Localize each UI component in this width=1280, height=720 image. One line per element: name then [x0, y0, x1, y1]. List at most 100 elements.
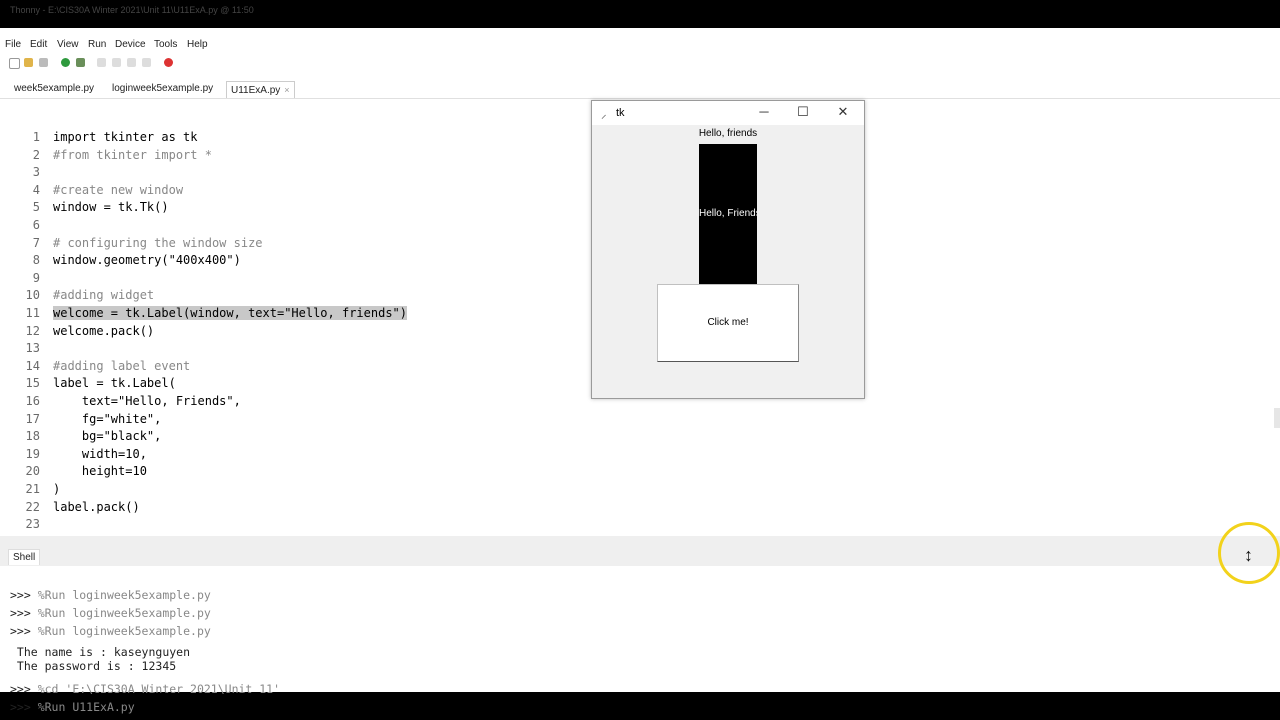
menu-view[interactable]: View [57, 39, 79, 50]
resume-icon[interactable] [142, 58, 151, 67]
code-text: label = tk.Label( [53, 376, 176, 391]
shell-text: The password is : 12345 [10, 659, 177, 673]
line-number: 1 [32, 130, 40, 144]
line-number: 19 [25, 446, 40, 461]
code-text: height=10 [53, 464, 147, 479]
toolbar [0, 54, 1280, 72]
shell-prompt: >>> [10, 588, 38, 602]
step-into-icon[interactable] [112, 58, 121, 67]
line-number: 11 [25, 306, 40, 320]
line-number: 15 [25, 376, 40, 391]
new-file-icon[interactable] [9, 58, 20, 69]
code-text: width=10, [53, 446, 147, 461]
black-label-text: Hello, Friends [699, 208, 757, 219]
black-label: Hello, Friends [699, 144, 757, 284]
shell-text: %Run loginweek5example.py [37, 588, 211, 602]
stop-icon[interactable] [164, 58, 173, 67]
shell-line: >>> %Run loginweek5example.py [10, 624, 211, 638]
tab-loginweek5example[interactable]: loginweek5example.py [108, 81, 217, 97]
step-out-icon[interactable] [127, 58, 136, 67]
line-number: 10 [25, 288, 40, 303]
shell-text: %Run loginweek5example.py [37, 606, 211, 620]
line-number: 13 [25, 341, 40, 356]
click-me-button[interactable]: Click me! [657, 284, 799, 362]
tab-label: week5example.py [14, 83, 95, 94]
tab-label: loginweek5example.py [112, 83, 214, 94]
editor-tabs: week5example.py loginweek5example.py U11… [0, 78, 1280, 99]
run-icon[interactable] [61, 58, 70, 67]
close-icon[interactable]: ✕ [832, 104, 854, 120]
menu-edit[interactable]: Edit [30, 39, 47, 50]
code-text: text="Hello, Friends", [53, 394, 241, 408]
menu-tools[interactable]: Tools [154, 39, 177, 50]
line-number: 18 [25, 429, 40, 444]
shell-text: The name is : kaseynguyen [10, 645, 191, 659]
code-text: import tkinter as tk [53, 130, 198, 144]
window-title: Thonny - E:\CIS30A Winter 2021\Unit 11\U… [10, 5, 254, 15]
code-text: #adding label event [53, 358, 191, 373]
line-number: 23 [25, 517, 40, 532]
line-number: 8 [32, 253, 40, 268]
line-number: 2 [32, 147, 40, 162]
shell-line: >>> %cd 'E:\CIS30A Winter 2021\Unit 11' [10, 682, 280, 696]
code-text: welcome = tk.Label(window, text="Hello, … [53, 306, 408, 320]
pane-splitter[interactable] [0, 536, 1280, 566]
shell-line: >>> %Run loginweek5example.py [10, 606, 211, 620]
code-text: bg="black", [53, 429, 162, 444]
line-number: 20 [25, 464, 40, 479]
line-number: 9 [32, 270, 40, 285]
shell-panel[interactable]: >>> %Run loginweek5example.py >>> %Run lo… [0, 566, 1280, 714]
code-text: label.pack() [53, 499, 140, 514]
code-text: window = tk.Tk() [53, 200, 169, 215]
shell-line: The password is : 12345 [10, 659, 176, 673]
shell-tab[interactable]: Shell [8, 549, 41, 565]
code-text: window.geometry("400x400") [53, 253, 241, 268]
line-number: 6 [32, 218, 40, 232]
menu-run[interactable]: Run [88, 39, 106, 50]
feather-icon: ⸝ [601, 109, 607, 121]
line-number: 17 [25, 411, 40, 426]
line-number: 14 [25, 358, 40, 373]
minimize-icon[interactable]: ─ [753, 104, 775, 119]
scrollbar[interactable] [1274, 408, 1280, 428]
open-folder-icon[interactable] [24, 58, 33, 67]
tab-label: U11ExA.py [231, 85, 281, 96]
click-me-button-label: Click me! [707, 317, 749, 328]
step-over-icon[interactable] [97, 58, 106, 67]
code-text: #from tkinter import * [53, 147, 212, 162]
menu-file[interactable]: File [5, 39, 21, 50]
line-number: 12 [25, 323, 40, 338]
shell-prompt: >>> [10, 624, 38, 638]
line-number: 4 [32, 182, 40, 197]
shell-text: %cd 'E:\CIS30A Winter 2021\Unit 11' [37, 682, 281, 696]
code-text: welcome.pack() [53, 323, 155, 338]
shell-prompt: >>> [10, 700, 38, 714]
tab-week5example[interactable]: week5example.py [10, 81, 98, 97]
debug-icon[interactable] [76, 58, 85, 67]
welcome-label: Hello, friends [698, 128, 758, 139]
tab-close-icon[interactable]: × [284, 85, 289, 95]
shell-prompt: >>> [10, 682, 38, 696]
line-number: 22 [25, 499, 40, 514]
line-number: 7 [32, 235, 40, 250]
code-text: fg="white", [53, 411, 162, 426]
tk-titlebar[interactable]: ⸝ tk ─ ☐ ✕ [592, 101, 864, 125]
tk-title: tk [616, 107, 625, 119]
menu-device[interactable]: Device [115, 39, 146, 50]
shell-text: %Run U11ExA.py [37, 700, 135, 714]
shell-line: >>> %Run U11ExA.py [10, 700, 135, 714]
menu-bar: File Edit View Run Device Tools Help [0, 36, 1280, 54]
code-text: #create new window [53, 182, 184, 197]
save-icon[interactable] [39, 58, 48, 67]
code-text: # configuring the window size [53, 235, 263, 250]
shell-line: >>> %Run loginweek5example.py [10, 588, 211, 602]
line-number: 3 [32, 165, 40, 180]
menu-help[interactable]: Help [187, 39, 208, 50]
shell-line: The name is : kaseynguyen [10, 645, 190, 659]
line-number: 5 [32, 200, 40, 215]
maximize-icon[interactable]: ☐ [792, 104, 814, 120]
tab-u11exa[interactable]: U11ExA.py × [226, 81, 295, 98]
line-number: 21 [25, 482, 40, 496]
code-text: #adding widget [53, 288, 155, 303]
line-number: 16 [25, 394, 40, 408]
